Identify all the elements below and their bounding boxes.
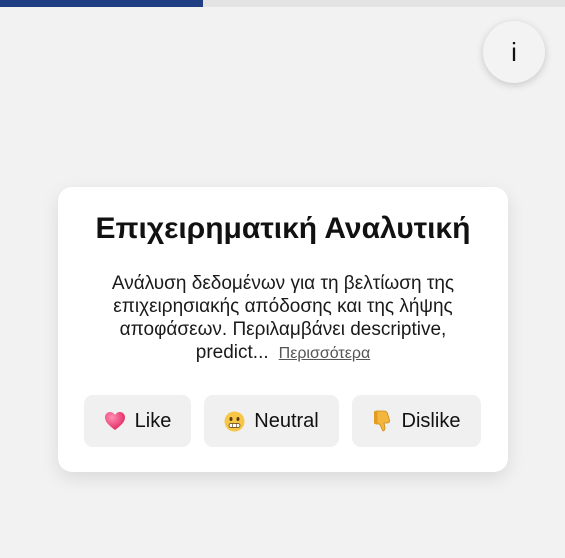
neutral-button-label: Neutral <box>254 409 319 432</box>
info-button-label: i <box>511 36 517 67</box>
like-button-label: Like <box>134 409 172 432</box>
dislike-button[interactable]: Dislike <box>352 395 481 447</box>
card-title: Επιχειρηματική Αναλυτική <box>95 212 471 245</box>
heart-icon <box>104 411 126 431</box>
read-more-link[interactable]: Περισσότερα <box>279 345 371 362</box>
grimacing-face-icon <box>224 411 245 432</box>
progress-bar <box>0 0 565 7</box>
like-button[interactable]: Like <box>84 395 191 447</box>
topic-card: Επιχειρηματική Αναλυτική Ανάλυση δεδομέν… <box>58 187 508 472</box>
dislike-button-label: Dislike <box>401 409 461 432</box>
progress-bar-fill <box>0 0 204 7</box>
card-description: Ανάλυση δεδομένων για τη βελτίωση της επ… <box>88 272 478 365</box>
info-button[interactable]: i <box>483 21 545 83</box>
thumbs-down-icon <box>373 410 393 432</box>
neutral-button[interactable]: Neutral <box>204 395 339 447</box>
